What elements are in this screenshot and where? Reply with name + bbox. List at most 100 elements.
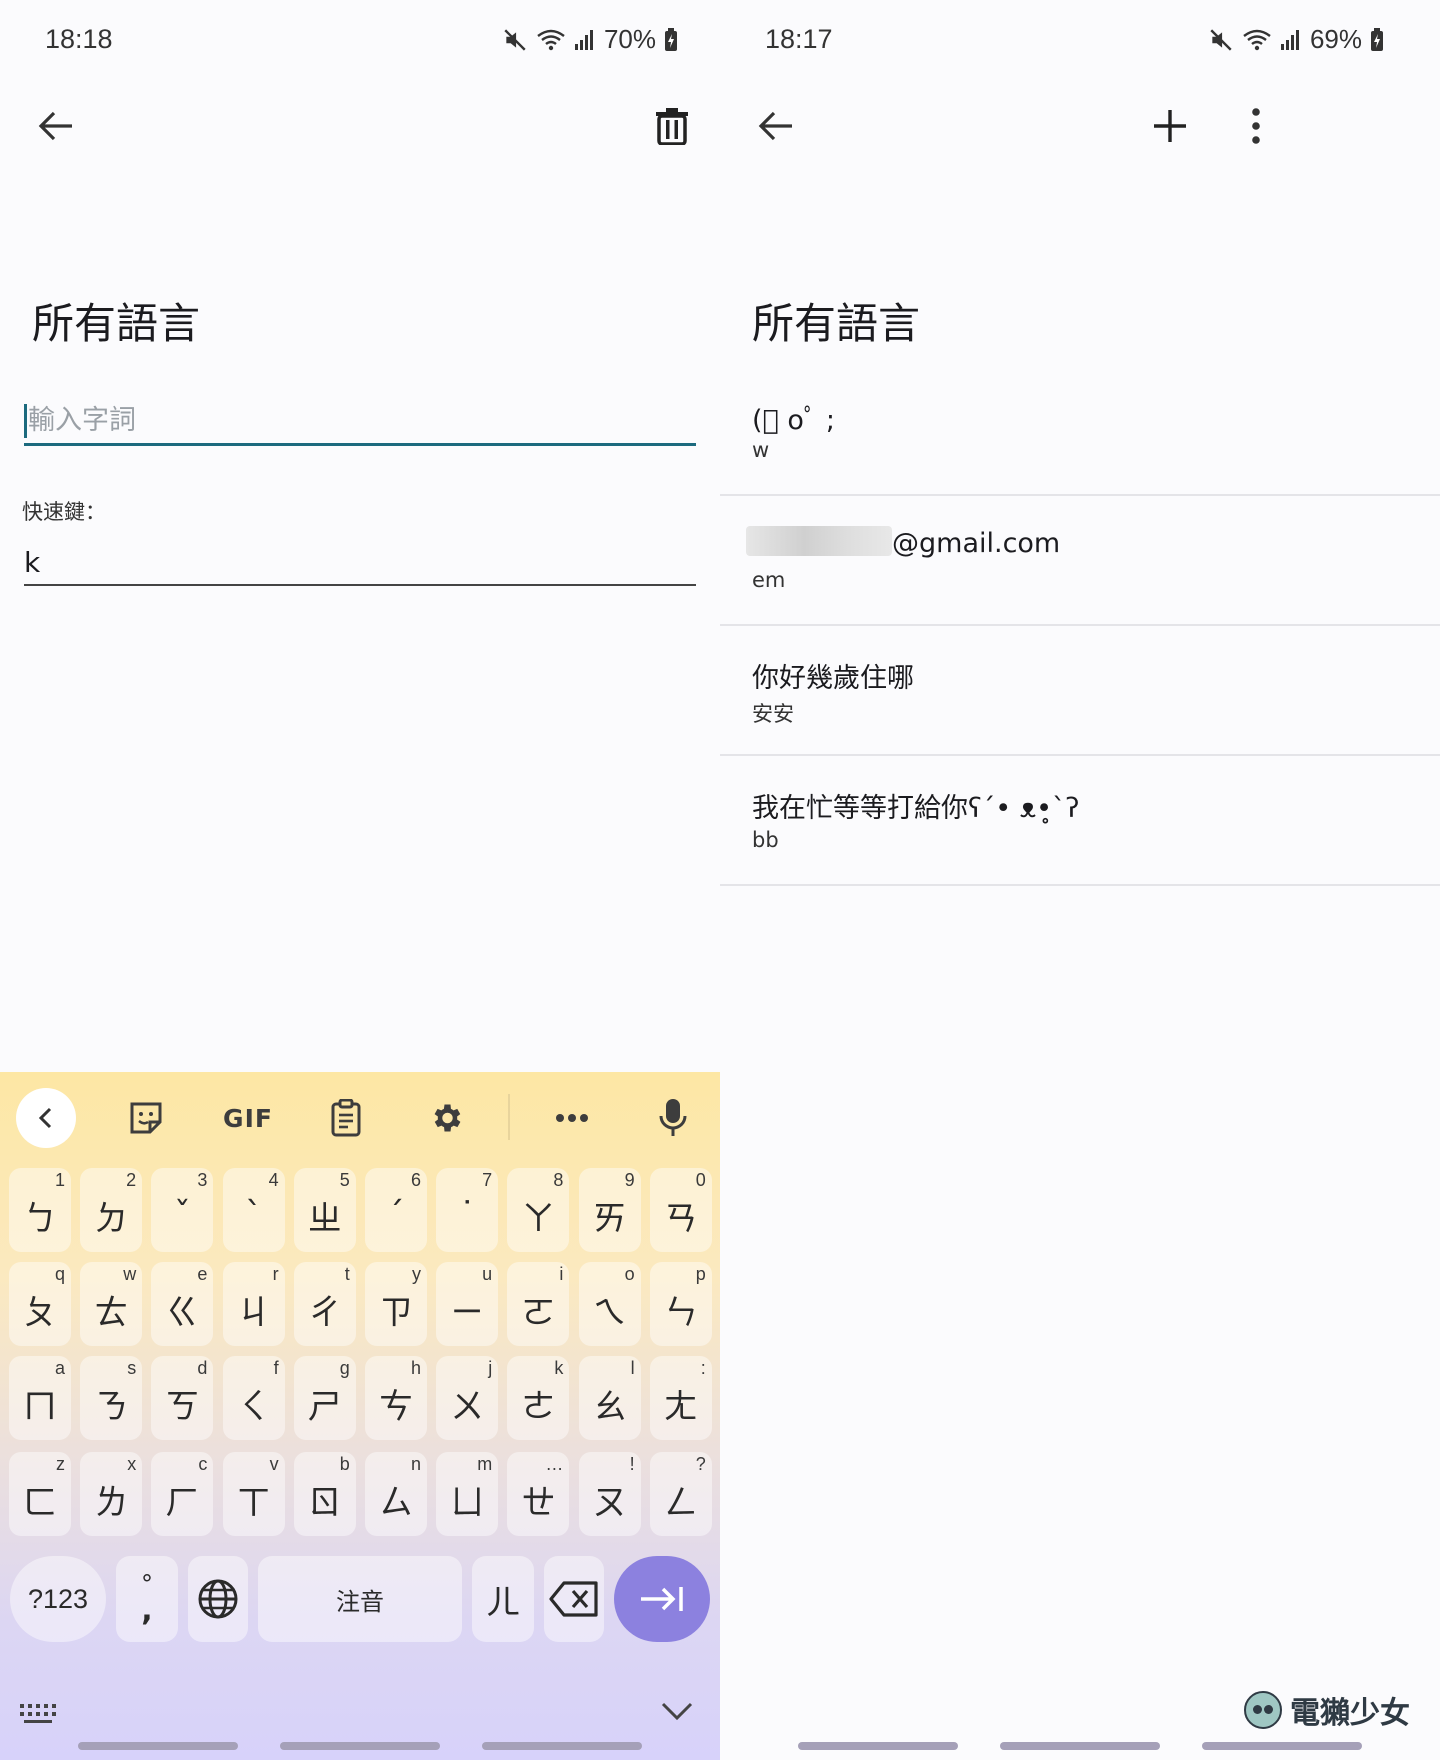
- er-key[interactable]: ㄦ: [472, 1556, 534, 1642]
- key-secondary-label: q: [54, 1264, 65, 1284]
- key-3-8[interactable]: ! ㄡ: [578, 1452, 641, 1536]
- sticker-button[interactable]: [118, 1090, 174, 1146]
- key-secondary-label: d: [197, 1358, 208, 1378]
- voice-input-button[interactable]: [645, 1090, 701, 1146]
- key-secondary-label: u: [482, 1264, 493, 1284]
- key-label: ㄟ: [592, 1292, 627, 1333]
- delete-button[interactable]: [642, 96, 702, 156]
- key-2-9[interactable]: :ㄤ: [649, 1356, 712, 1440]
- keyboard-icon: [20, 1704, 56, 1723]
- gif-button[interactable]: GIF: [218, 1090, 278, 1146]
- key-3-2[interactable]: cㄏ: [151, 1452, 214, 1536]
- key-2-2[interactable]: dㄎ: [151, 1356, 214, 1440]
- key-3-1[interactable]: xㄌ: [80, 1452, 143, 1536]
- key-1-3[interactable]: rㄐ: [222, 1262, 285, 1346]
- key-label: ㄤ: [663, 1386, 698, 1427]
- nav-gesture-bar: [280, 1742, 440, 1750]
- key-3-6[interactable]: mㄩ: [436, 1452, 499, 1536]
- key-1-1[interactable]: wㄊ: [80, 1262, 143, 1346]
- word-input[interactable]: [24, 398, 696, 446]
- entry-phrase: 你好幾歲住哪: [752, 663, 914, 694]
- key-1-9[interactable]: pㄣ: [649, 1262, 712, 1346]
- key-secondary-label: h: [410, 1358, 421, 1378]
- list-item[interactable]: 我在忙等等打給你ʕ´• ᴥ•̥`ʔ bb: [720, 756, 1440, 886]
- key-0-7[interactable]: 8ㄚ: [507, 1168, 570, 1252]
- list-item[interactable]: (ﾟ oﾟ ; w: [720, 380, 1440, 496]
- key-label: ㄒ: [236, 1482, 271, 1523]
- key-secondary-label: p: [695, 1264, 706, 1284]
- onscreen-keyboard: GIF 1 ㄅ 2 ㄉ 3 ˇ 4 ˋ 5 ㄓ 6 ˊ 7 ˙ 8 ㄚ 9 ㄞ 0 ㄢ q ㄆ w ㄊ e ㄍ r ㄐ t ㄔ y ㄗ u ㄧ i ㄛ…: [0, 1072, 720, 1760]
- key-3-7[interactable]: … ㄝ: [507, 1452, 570, 1536]
- back-button[interactable]: [746, 96, 806, 156]
- key-secondary-label: 3: [197, 1170, 208, 1190]
- key-2-1[interactable]: sㄋ: [80, 1356, 143, 1440]
- key-label: ㄠ: [592, 1386, 627, 1427]
- key-0-8[interactable]: 9ㄞ: [578, 1168, 641, 1252]
- key-0-9[interactable]: 0ㄢ: [649, 1168, 712, 1252]
- gear-icon: [434, 1104, 461, 1132]
- overflow-menu-button[interactable]: [1226, 96, 1286, 156]
- key-0-1[interactable]: 2ㄉ: [80, 1168, 143, 1252]
- key-0-3[interactable]: 4ˋ: [222, 1168, 285, 1252]
- mute-icon: [1208, 27, 1234, 53]
- key-0-4[interactable]: 5ㄓ: [293, 1168, 356, 1252]
- key-secondary-label: r: [272, 1264, 279, 1284]
- key-secondary-label: a: [54, 1358, 65, 1378]
- toolbar-collapse-button[interactable]: [16, 1088, 76, 1148]
- key-1-5[interactable]: yㄗ: [365, 1262, 427, 1346]
- list-item[interactable]: 你好幾歲住哪 安安: [720, 626, 1440, 756]
- backspace-key[interactable]: [544, 1556, 604, 1642]
- key-3-5[interactable]: nㄙ: [365, 1452, 427, 1536]
- keyboard-switch-button[interactable]: [18, 1702, 58, 1730]
- key-0-5[interactable]: 6ˊ: [365, 1168, 427, 1252]
- add-word-button[interactable]: [1140, 96, 1200, 156]
- key-1-2[interactable]: eㄍ: [151, 1262, 214, 1346]
- key-1-0[interactable]: qㄆ: [9, 1262, 71, 1346]
- enter-key[interactable]: [614, 1556, 710, 1642]
- key-2-3[interactable]: fㄑ: [222, 1356, 285, 1440]
- wifi-icon: [1242, 27, 1272, 53]
- settings-button[interactable]: [418, 1090, 474, 1146]
- key-secondary-label: :: [700, 1358, 706, 1378]
- key-secondary-label: 8: [553, 1170, 564, 1190]
- key-2-5[interactable]: hㄘ: [365, 1356, 427, 1440]
- key-secondary-label: e: [197, 1264, 208, 1284]
- signal-icon: [1280, 28, 1302, 52]
- space-key[interactable]: 注音: [258, 1556, 462, 1642]
- punctuation-key[interactable]: ° ,: [116, 1556, 178, 1642]
- battery-icon: [1370, 27, 1384, 52]
- key-0-6[interactable]: 7 ˙: [436, 1168, 499, 1252]
- more-button[interactable]: [544, 1090, 600, 1146]
- key-secondary-label: 4: [268, 1170, 279, 1190]
- language-key[interactable]: [188, 1556, 248, 1642]
- hide-keyboard-button[interactable]: [660, 1700, 694, 1726]
- key-2-6[interactable]: jㄨ: [436, 1356, 499, 1440]
- clipboard-button[interactable]: [318, 1090, 374, 1146]
- back-button[interactable]: [26, 96, 86, 156]
- battery-percent: 70%: [603, 24, 656, 54]
- key-2-8[interactable]: lㄠ: [578, 1356, 641, 1440]
- key-1-4[interactable]: tㄔ: [293, 1262, 356, 1346]
- signal-icon: [574, 28, 596, 52]
- shortcut-input[interactable]: [24, 540, 696, 586]
- list-item[interactable]: @gmail.com em: [720, 496, 1440, 626]
- key-1-7[interactable]: iㄛ: [507, 1262, 570, 1346]
- key-1-6[interactable]: uㄧ: [436, 1262, 499, 1346]
- key-3-9[interactable]: ? ㄥ: [649, 1452, 712, 1536]
- key-1-8[interactable]: oㄟ: [578, 1262, 641, 1346]
- key-secondary-label: c: [198, 1454, 208, 1474]
- key-2-4[interactable]: gㄕ: [293, 1356, 356, 1440]
- key-2-7[interactable]: kㄜ: [507, 1356, 570, 1440]
- key-0-2[interactable]: 3ˇ: [151, 1168, 214, 1252]
- key-label: ㄛ: [521, 1292, 556, 1333]
- symbols-key[interactable]: ?123: [10, 1556, 106, 1642]
- dictionary-list-panel: 18:17 69% 所有語言 (ﾟ oﾟ ; w @gmail.com em 你…: [720, 0, 1440, 1760]
- key-3-4[interactable]: bㄖ: [293, 1452, 356, 1536]
- more-horizontal-icon: [556, 1114, 588, 1122]
- key-3-3[interactable]: vㄒ: [222, 1452, 285, 1536]
- chevron-left-icon: [38, 1107, 52, 1129]
- key-0-0[interactable]: 1ㄅ: [9, 1168, 71, 1252]
- key-2-0[interactable]: aㄇ: [9, 1356, 71, 1440]
- text-caret: [24, 404, 27, 438]
- key-3-0[interactable]: zㄈ: [9, 1452, 71, 1536]
